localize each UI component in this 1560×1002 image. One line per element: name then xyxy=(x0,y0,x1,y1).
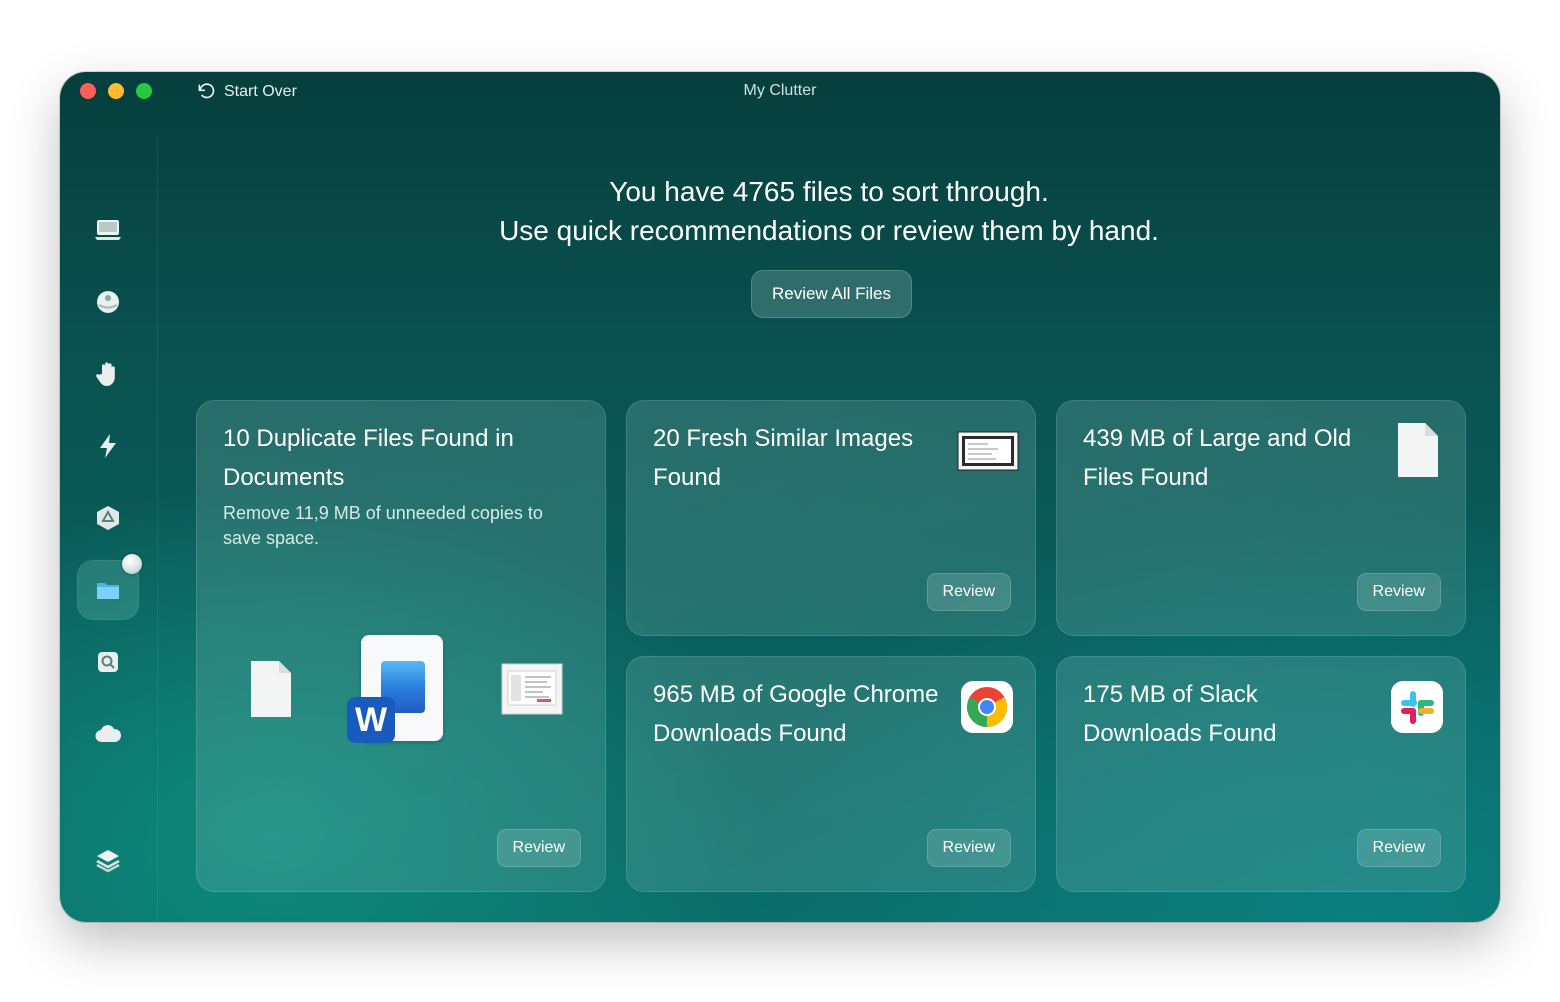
chrome-downloads-review-button[interactable]: Review xyxy=(926,829,1011,867)
large-old-files-review-button[interactable]: Review xyxy=(1356,573,1441,611)
chart-icon xyxy=(93,917,123,922)
similar-images-card-title: 20 Fresh Similar Images Found xyxy=(653,425,914,491)
search-disk-icon xyxy=(98,652,118,672)
sidebar-item-space-lens[interactable] xyxy=(77,632,139,692)
window-title: My Clutter xyxy=(743,82,817,99)
app-window: Start Over My Clutter You have 4765 file… xyxy=(60,72,1500,922)
review-all-files-button[interactable]: Review All Files xyxy=(751,270,912,318)
sidebar-item-applications[interactable] xyxy=(77,488,139,548)
document-icon xyxy=(251,661,291,717)
computer-icon xyxy=(95,220,121,240)
sidebar-item-assistant[interactable] xyxy=(77,830,139,890)
slack-icon xyxy=(1391,681,1443,733)
large-old-files-card-title: 439 MB of Large and Old Files Found xyxy=(1083,425,1352,491)
slack-downloads-card: 175 MB of Slack Downloads Found Review xyxy=(1056,656,1466,892)
sidebar-item-cleanup[interactable] xyxy=(77,272,139,332)
slack-downloads-review-button[interactable]: Review xyxy=(1356,829,1441,867)
file-icon xyxy=(1398,423,1438,477)
headline-line-2: Use quick recommendations or review them… xyxy=(499,215,1159,246)
slack-downloads-card-title: 175 MB of Slack Downloads Found xyxy=(1083,681,1277,747)
folder-icon xyxy=(97,583,119,599)
ball-icon xyxy=(97,291,119,313)
notification-dot xyxy=(122,554,142,574)
cloud-icon xyxy=(95,725,122,743)
sidebar-item-performance[interactable] xyxy=(77,902,139,922)
headline-line-1: You have 4765 files to sort through. xyxy=(609,176,1049,207)
duplicates-card-title: 10 Duplicate Files Found in Documents xyxy=(223,425,514,491)
sidebar-item-cloud[interactable] xyxy=(77,704,139,764)
duplicates-review-button[interactable]: Review xyxy=(496,829,581,867)
bolt-icon xyxy=(100,434,116,458)
app-store-icon xyxy=(97,506,119,530)
similar-images-review-button[interactable]: Review xyxy=(926,573,1011,611)
image-thumbnail-icon xyxy=(957,431,1019,471)
duplicates-card: 10 Duplicate Files Found in Documents Re… xyxy=(196,400,606,892)
hand-icon xyxy=(96,362,115,386)
sidebar-item-smart-scan[interactable] xyxy=(77,200,139,260)
screenshot-thumbnail-icon xyxy=(501,663,563,715)
duplicates-card-subtitle: Remove 11,9 MB of unneeded copies to sav… xyxy=(223,503,543,548)
layers-icon xyxy=(96,850,120,873)
similar-images-card: 20 Fresh Similar Images Found Review xyxy=(626,400,1036,636)
chrome-icon xyxy=(961,681,1013,733)
chrome-downloads-card-title: 965 MB of Google Chrome Downloads Found xyxy=(653,681,939,747)
sidebar-item-speed[interactable] xyxy=(77,416,139,476)
large-old-files-card: 439 MB of Large and Old Files Found Revi… xyxy=(1056,400,1466,636)
sidebar xyxy=(60,132,158,922)
chrome-downloads-card: 965 MB of Google Chrome Downloads Found … xyxy=(626,656,1036,892)
word-document-icon: W xyxy=(347,635,447,745)
sidebar-item-protection[interactable] xyxy=(77,344,139,404)
sidebar-item-my-clutter[interactable] xyxy=(77,554,142,620)
headline: You have 4765 files to sort through. Use… xyxy=(158,172,1500,250)
